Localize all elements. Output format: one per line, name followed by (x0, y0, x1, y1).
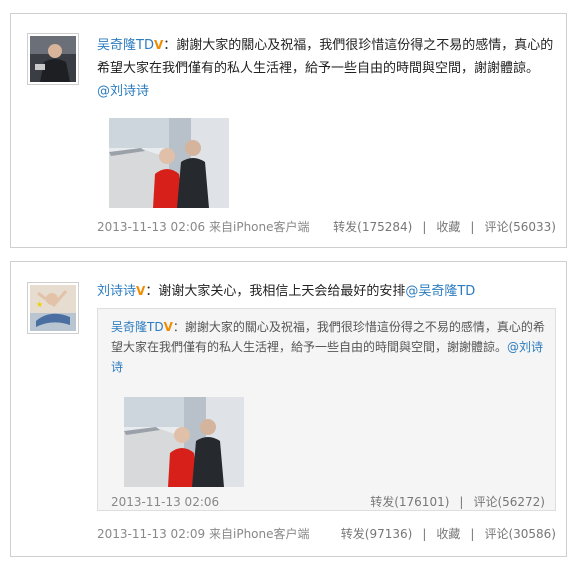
post-actions: 转发(97136) | 收藏 | 评论(30586) (341, 525, 556, 543)
author-avatar[interactable] (27, 33, 79, 85)
post-content: 吴奇隆TDV：謝謝大家的關心及祝福，我們很珍惜這份得之不易的感情，真心的希望大家… (97, 34, 554, 103)
author-name-link[interactable]: 吴奇隆TD (97, 38, 154, 53)
post-source: 来自iPhone客户端 (209, 527, 310, 541)
quoted-meta-bar: 2013-11-13 02:06 转发(176101) | 评论(56272) (111, 493, 545, 511)
divider: | (459, 495, 464, 509)
post-meta-bar: 2013-11-13 02:06 来自iPhone客户端 转发(175284) |… (97, 218, 556, 236)
verified-badge-icon: V (136, 284, 146, 298)
quoted-comment-button[interactable]: 评论(56272) (473, 495, 545, 509)
verified-badge-icon: V (163, 320, 173, 334)
post-photo (109, 118, 229, 208)
svg-text:★: ★ (36, 300, 43, 309)
quoted-repost-button[interactable]: 转发(176101) (370, 495, 449, 509)
author-avatar[interactable]: ★ (27, 282, 79, 334)
quoted-photo (124, 397, 244, 487)
quoted-actions: 转发(176101) | 评论(56272) (370, 493, 545, 511)
post-time[interactable]: 2013-11-13 02:09 (97, 525, 205, 543)
post-meta-bar: 2013-11-13 02:09 来自iPhone客户端 转发(97136) | 收… (97, 525, 556, 543)
post-image[interactable] (109, 118, 229, 208)
comment-button[interactable]: 评论(56033) (484, 220, 556, 234)
comment-button[interactable]: 评论(30586) (484, 527, 556, 541)
post-actions: 转发(175284) | 收藏 | 评论(56033) (333, 218, 556, 236)
repost-button[interactable]: 转发(175284) (333, 220, 412, 234)
weibo-post-card: ★ 刘诗诗V：谢谢大家关心，我相信上天会给最好的安排@吴奇隆TD 吴奇隆TDV：… (10, 261, 567, 557)
divider: | (422, 220, 427, 234)
divider: | (470, 220, 475, 234)
quoted-text: ：謝謝大家的關心及祝福，我們很珍惜這份得之不易的感情，真心的希望大家在我們僅有的… (111, 320, 545, 354)
favorite-button[interactable]: 收藏 (436, 220, 460, 234)
post-source: 来自iPhone客户端 (209, 220, 310, 234)
quoted-author-link[interactable]: 吴奇隆TD (111, 320, 164, 334)
mention-link[interactable]: @吴奇隆TD (405, 284, 475, 299)
divider: | (422, 527, 427, 541)
quoted-content: 吴奇隆TDV：謝謝大家的關心及祝福，我們很珍惜這份得之不易的感情，真心的希望大家… (111, 317, 545, 377)
quoted-time[interactable]: 2013-11-13 02:06 (111, 493, 219, 511)
post-text: ：谢谢大家关心，我相信上天会给最好的安排 (145, 284, 406, 299)
post-text: ：謝謝大家的關心及祝福，我們很珍惜這份得之不易的感情，真心的希望大家在我們僅有的… (97, 38, 554, 76)
mention-link[interactable]: @刘诗诗 (97, 84, 149, 99)
quoted-repost: 吴奇隆TDV：謝謝大家的關心及祝福，我們很珍惜這份得之不易的感情，真心的希望大家… (97, 308, 556, 511)
author-name-link[interactable]: 刘诗诗 (97, 284, 136, 299)
divider: | (470, 527, 475, 541)
post-content: 刘诗诗V：谢谢大家关心，我相信上天会给最好的安排@吴奇隆TD (97, 280, 554, 303)
verified-badge-icon: V (153, 38, 164, 52)
repost-button[interactable]: 转发(97136) (341, 527, 413, 541)
avatar-photo (30, 36, 76, 82)
avatar-photo: ★ (30, 285, 76, 331)
post-time[interactable]: 2013-11-13 02:06 (97, 218, 205, 236)
quoted-image[interactable] (124, 397, 244, 487)
favorite-button[interactable]: 收藏 (436, 527, 460, 541)
weibo-post-card: 吴奇隆TDV：謝謝大家的關心及祝福，我們很珍惜這份得之不易的感情，真心的希望大家… (10, 13, 567, 248)
